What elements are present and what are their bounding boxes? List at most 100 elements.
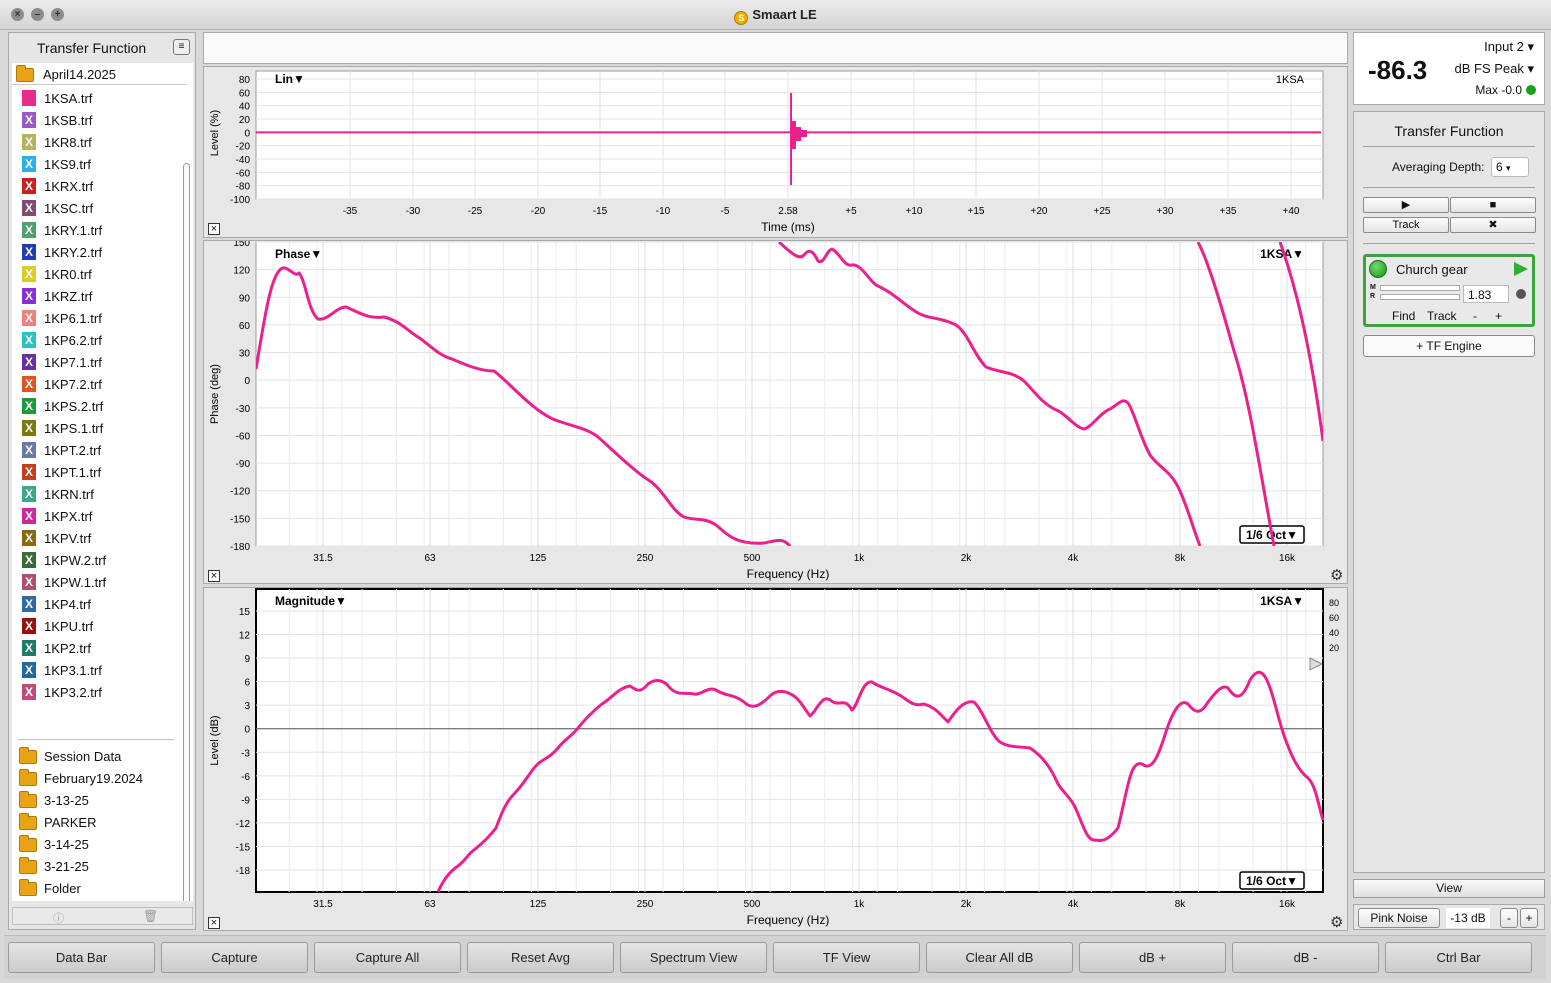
trace-hidden-icon[interactable]: X: [22, 112, 36, 128]
reset-avg-button[interactable]: Reset Avg: [467, 942, 614, 973]
trace-file-item[interactable]: X 1KP3.1.trf: [12, 659, 182, 681]
trace-file-item[interactable]: X 1KS9.trf: [12, 153, 182, 175]
trace-file-item[interactable]: 1KSA.trf: [12, 87, 182, 109]
trace-hidden-icon[interactable]: X: [22, 618, 36, 634]
stop-button[interactable]: ■: [1450, 197, 1536, 213]
gear-icon[interactable]: ⚙: [1330, 913, 1343, 931]
trace-hidden-icon[interactable]: X: [22, 662, 36, 678]
trace-hidden-icon[interactable]: X: [22, 486, 36, 502]
trace-hidden-icon[interactable]: X: [22, 156, 36, 172]
folder-item[interactable]: Session Data: [12, 745, 182, 767]
trace-file-item[interactable]: X 1KPS.2.trf: [12, 395, 182, 417]
trace-file-item[interactable]: X 1KP7.1.trf: [12, 351, 182, 373]
trace-file-item[interactable]: X 1KRY.2.trf: [12, 241, 182, 263]
averaging-select[interactable]: 6 ▾: [1491, 157, 1529, 177]
scroll-thumb[interactable]: [183, 163, 190, 901]
info-icon[interactable]: ⓘ: [53, 910, 64, 926]
session-folder[interactable]: April14.2025: [12, 63, 187, 85]
trace-hidden-icon[interactable]: X: [22, 574, 36, 590]
trace-hidden-icon[interactable]: X: [22, 530, 36, 546]
tf-view-button[interactable]: TF View: [773, 942, 920, 973]
trace-hidden-icon[interactable]: X: [22, 420, 36, 436]
folder-item[interactable]: 3-21-25: [12, 855, 182, 877]
capture-all-button[interactable]: Capture All: [314, 942, 461, 973]
impulse-plot-panel[interactable]: 80 60 40 20 0 -20 -40 -60 -80 -100 -35 -30 -25 -20 -15…: [203, 66, 1348, 238]
trace-file-item[interactable]: X 1KP2.trf: [12, 637, 182, 659]
trace-file-item[interactable]: X 1KPX.trf: [12, 505, 182, 527]
db-button[interactable]: dB -: [1232, 942, 1379, 973]
trace-hidden-icon[interactable]: X: [22, 332, 36, 348]
close-plot-icon[interactable]: ×: [208, 917, 220, 929]
trace-hidden-icon[interactable]: X: [22, 288, 36, 304]
folder-item[interactable]: 3-13-25: [12, 789, 182, 811]
phase-plot-panel[interactable]: 150 120 90 60 30 0 -30 -60 -90 -120 -150 -180 31.5 63…: [203, 240, 1348, 584]
trace-file-item[interactable]: X 1KRY.1.trf: [12, 219, 182, 241]
trace-file-item[interactable]: X 1KP6.1.trf: [12, 307, 182, 329]
trace-hidden-icon[interactable]: X: [22, 200, 36, 216]
delay-minus-button[interactable]: -: [1473, 309, 1477, 323]
trace-file-item[interactable]: X 1KP7.2.trf: [12, 373, 182, 395]
noise-minus-button[interactable]: -: [1500, 908, 1518, 928]
trace-hidden-icon[interactable]: X: [22, 244, 36, 260]
trace-file-item[interactable]: X 1KR0.trf: [12, 263, 182, 285]
trace-hidden-icon[interactable]: X: [22, 398, 36, 414]
trace-file-item[interactable]: X 1KP6.2.trf: [12, 329, 182, 351]
trace-file-item[interactable]: X 1KPS.1.trf: [12, 417, 182, 439]
trace-hidden-icon[interactable]: X: [22, 442, 36, 458]
trace-file-item[interactable]: X 1KSB.trf: [12, 109, 182, 131]
folder-item[interactable]: Folder2: [12, 899, 182, 901]
trace-hidden-icon[interactable]: X: [22, 376, 36, 392]
trace-hidden-icon[interactable]: X: [22, 596, 36, 612]
folder-item[interactable]: 3-14-25: [12, 833, 182, 855]
tf-engine-card[interactable]: Church gear M R 1.83 Find Track - +: [1363, 254, 1535, 327]
file-list-scrollbar[interactable]: [182, 153, 191, 901]
trace-file-item[interactable]: X 1KPU.trf: [12, 615, 182, 637]
db-button[interactable]: dB +: [1079, 942, 1226, 973]
trace-hidden-icon[interactable]: X: [22, 508, 36, 524]
trace-hidden-icon[interactable]: X: [22, 684, 36, 700]
tools-button[interactable]: ✖: [1450, 217, 1536, 233]
menu-icon[interactable]: ≡: [173, 39, 190, 55]
trace-hidden-icon[interactable]: X: [22, 354, 36, 370]
find-delay-button[interactable]: Find: [1392, 309, 1415, 323]
view-button[interactable]: View: [1353, 879, 1545, 898]
capture-button[interactable]: Capture: [161, 942, 308, 973]
trace-hidden-icon[interactable]: X: [22, 222, 36, 238]
engine-status-led[interactable]: [1369, 260, 1387, 278]
magnitude-plot-panel[interactable]: 15 12 9 6 3 0 -3 -6 -9 -12 -15 -18 31.5 63 125 250 500 1k…: [203, 587, 1348, 931]
phase-plot[interactable]: 150 120 90 60 30 0 -30 -60 -90 -120 -150 -180 31.5 63…: [204, 241, 1349, 585]
trace-hidden-icon[interactable]: X: [22, 178, 36, 194]
track-delay-button[interactable]: Track: [1427, 309, 1457, 323]
trace-hidden-icon[interactable]: X: [22, 640, 36, 656]
trace-file-item[interactable]: X 1KP4.trf: [12, 593, 182, 615]
close-plot-icon[interactable]: ×: [208, 223, 220, 235]
trace-file-item[interactable]: X 1KPW.2.trf: [12, 549, 182, 571]
delay-field[interactable]: 1.83: [1463, 285, 1509, 303]
trace-file-item[interactable]: X 1KRX.trf: [12, 175, 182, 197]
gear-icon[interactable]: ⚙: [1330, 566, 1343, 584]
pink-noise-button[interactable]: Pink Noise: [1358, 908, 1440, 928]
trace-hidden-icon[interactable]: X: [22, 464, 36, 480]
trace-file-item[interactable]: X 1KPT.2.trf: [12, 439, 182, 461]
engine-play-icon[interactable]: [1514, 262, 1528, 276]
folder-item[interactable]: February19.2024: [12, 767, 182, 789]
track-button[interactable]: Track: [1363, 217, 1449, 233]
close-plot-icon[interactable]: ×: [208, 570, 220, 582]
trace-file-item[interactable]: X 1KP3.2.trf: [12, 681, 182, 703]
trace-hidden-icon[interactable]: X: [22, 310, 36, 326]
play-button[interactable]: ▶: [1363, 197, 1449, 213]
trace-visible-icon[interactable]: [22, 90, 36, 106]
add-tf-engine-button[interactable]: + TF Engine: [1363, 335, 1535, 357]
trace-hidden-icon[interactable]: X: [22, 266, 36, 282]
trace-file-item[interactable]: X 1KPV.trf: [12, 527, 182, 549]
trace-hidden-icon[interactable]: X: [22, 134, 36, 150]
folder-item[interactable]: PARKER: [12, 811, 182, 833]
meter-type-select[interactable]: dB FS Peak ▾: [1454, 61, 1534, 77]
noise-plus-button[interactable]: +: [1520, 908, 1538, 928]
trace-file-item[interactable]: X 1KPT.1.trf: [12, 461, 182, 483]
magnitude-plot[interactable]: 15129630-3-6-9-12-15-1831.5 63 125 250 500 1k…: [204, 588, 1349, 932]
noise-level-field[interactable]: -13 dB: [1446, 908, 1490, 928]
clear-all-db-button[interactable]: Clear All dB: [926, 942, 1073, 973]
trace-file-item[interactable]: X 1KSC.trf: [12, 197, 182, 219]
trace-file-item[interactable]: X 1KRN.trf: [12, 483, 182, 505]
